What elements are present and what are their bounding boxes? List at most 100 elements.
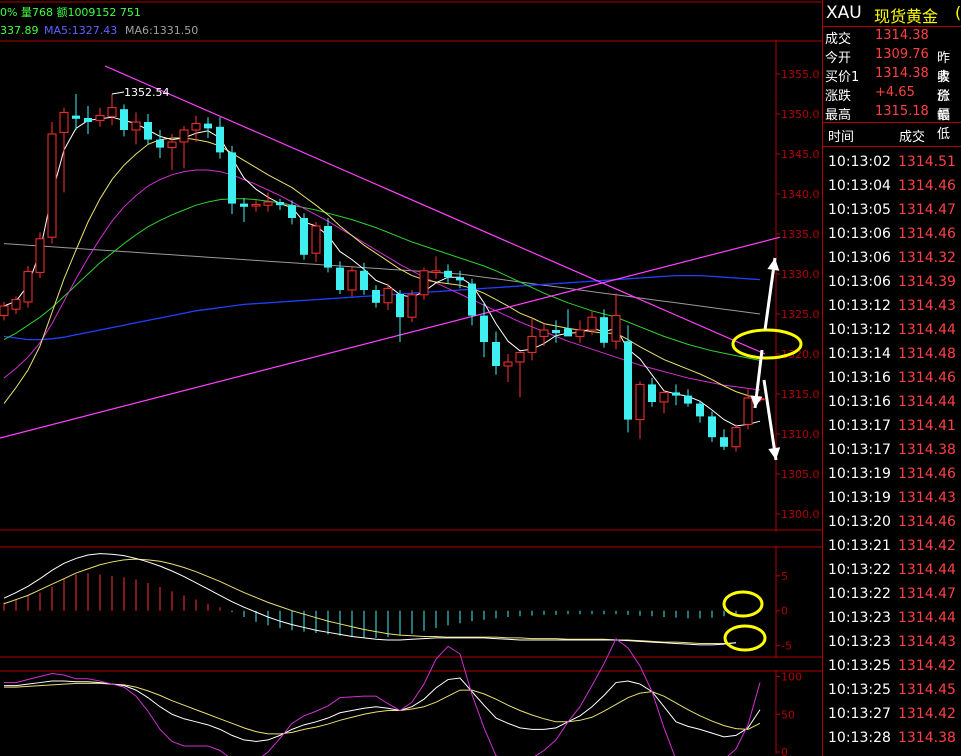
candle-body <box>564 328 572 337</box>
tick-row[interactable]: 10:13:04 1314.46 <box>823 174 961 198</box>
candle-body <box>648 384 656 402</box>
y-tick-label: 1355.0 <box>781 68 820 81</box>
y-tick-label: 1350.0 <box>781 108 820 121</box>
quote-row: 涨跌 +4.65 涨幅 <box>823 84 961 123</box>
quote-value: +4.65 <box>875 85 915 100</box>
tick-price: 1314.46 <box>898 370 956 386</box>
candle-body <box>527 335 537 353</box>
tick-row[interactable]: 10:13:14 1314.48 <box>823 342 961 366</box>
quote-value: 1314.38 <box>875 28 929 43</box>
candle-body <box>84 118 92 122</box>
y-tick-label: 1315.0 <box>781 388 820 401</box>
divider <box>823 146 961 147</box>
ma-yellow-line <box>3 137 761 404</box>
candle-body <box>468 283 476 316</box>
candle-body <box>120 109 128 130</box>
tick-row[interactable]: 10:13:19 1314.46 <box>823 462 961 486</box>
candle-body <box>240 203 248 207</box>
macd-dif-line <box>3 553 737 646</box>
candle-body <box>95 115 105 121</box>
tick-time: 10:13:22 <box>828 562 891 578</box>
quote-label: 今开 <box>825 51 852 66</box>
candle-body <box>708 416 716 438</box>
candle-body <box>35 238 45 273</box>
tick-price: 1314.43 <box>898 490 956 506</box>
tick-row[interactable]: 10:13:25 1314.42 <box>823 654 961 678</box>
tick-row[interactable]: 10:13:16 1314.44 <box>823 390 961 414</box>
tick-price: 1314.38 <box>898 442 956 458</box>
tick-time: 10:13:14 <box>828 346 891 362</box>
quote-row: 成交 1314.38 <box>823 27 961 47</box>
tick-time: 10:13:25 <box>828 682 891 698</box>
candle-body <box>167 141 177 149</box>
tick-row[interactable]: 10:13:28 1314.38 <box>823 726 961 750</box>
candle-body <box>383 287 393 304</box>
candle-body <box>216 126 224 153</box>
tick-time: 10:13:17 <box>828 442 891 458</box>
tick-row[interactable]: 10:13:17 1314.41 <box>823 414 961 438</box>
tick-price: 1314.46 <box>898 226 956 242</box>
tick-row[interactable]: 10:13:16 1314.46 <box>823 366 961 390</box>
tick-time: 10:13:02 <box>828 154 891 170</box>
tick-time: 10:13:27 <box>828 706 891 722</box>
arrow-shaft <box>762 379 778 461</box>
candle-body <box>360 270 368 290</box>
tick-row[interactable]: 10:13:23 1314.43 <box>823 630 961 654</box>
symbol-code: XAU <box>826 3 862 23</box>
tick-row[interactable]: 10:13:12 1314.44 <box>823 318 961 342</box>
y-tick-label: 1305.0 <box>781 468 820 481</box>
candle-body <box>684 395 692 404</box>
y-tick-label: 1345.0 <box>781 148 820 161</box>
candle-body <box>288 205 296 218</box>
candle-body <box>0 305 9 317</box>
kline-chart[interactable]: 1355.0 1350.0 1345.0 1340.0 1335.0 1330.0 1325… <box>0 0 822 756</box>
tick-row[interactable]: 10:13:17 1314.38 <box>823 438 961 462</box>
quote-row: 买价1 1314.38 卖价 <box>823 65 961 104</box>
tick-row[interactable]: 10:13:20 1314.46 <box>823 510 961 534</box>
tick-time: 10:13:28 <box>828 730 891 746</box>
quote-label-2: 最低 <box>937 108 951 142</box>
y-tick-label: 50 <box>781 708 795 721</box>
candle-body <box>515 351 525 363</box>
tick-row[interactable]: 10:13:05 1314.47 <box>823 198 961 222</box>
candle-body <box>575 329 585 337</box>
tick-time: 10:13:23 <box>828 634 891 650</box>
tick-row[interactable]: 10:13:06 1314.39 <box>823 270 961 294</box>
candle-body <box>431 270 441 273</box>
tick-price: 1314.47 <box>898 202 956 218</box>
tick-row[interactable]: 10:13:12 1314.43 <box>823 294 961 318</box>
tick-row[interactable]: 10:13:22 1314.44 <box>823 558 961 582</box>
trendline-down <box>104 65 766 355</box>
tick-time: 10:13:22 <box>828 586 891 602</box>
tick-row[interactable]: 10:13:02 1314.51 <box>823 150 961 174</box>
tick-price: 1314.42 <box>898 658 956 674</box>
tick-row[interactable]: 10:13:25 1314.45 <box>823 678 961 702</box>
ma-blue-line <box>3 274 761 341</box>
tick-time: 10:13:17 <box>828 418 891 434</box>
tick-row[interactable]: 10:13:06 1314.32 <box>823 246 961 270</box>
tick-time: 10:13:16 <box>828 394 891 410</box>
tick-row[interactable]: 10:13:23 1314.44 <box>823 606 961 630</box>
tick-row[interactable]: 10:13:06 1314.46 <box>823 222 961 246</box>
tick-price: 1314.41 <box>898 418 956 434</box>
tick-price: 1314.42 <box>898 538 956 554</box>
candle-body <box>276 202 284 206</box>
annotation-ellipse <box>722 590 764 618</box>
quote-label: 涨跌 <box>825 89 852 104</box>
tick-row[interactable]: 10:13:22 1314.47 <box>823 582 961 606</box>
chart-area[interactable]: 0% 量768 额1009152 751 337.89 MA5:1327.43 … <box>0 0 822 756</box>
candle-body <box>144 122 152 140</box>
y-tick-label: 0 <box>781 746 788 756</box>
candle-body <box>539 329 549 337</box>
tick-price: 1314.43 <box>898 298 956 314</box>
candle-body <box>635 383 645 421</box>
tick-row[interactable]: 10:13:27 1314.42 <box>823 702 961 726</box>
candle-body <box>587 316 597 331</box>
tick-row[interactable]: 10:13:19 1314.43 <box>823 486 961 510</box>
tick-row[interactable]: 10:13:21 1314.42 <box>823 534 961 558</box>
high-annotation: 1352.54 <box>124 86 170 99</box>
tick-price: 1314.44 <box>898 610 956 626</box>
quote-value: 1309.76 <box>875 47 929 62</box>
kdj-j-line <box>4 638 761 756</box>
y-tick-label: 1330.0 <box>781 268 820 281</box>
